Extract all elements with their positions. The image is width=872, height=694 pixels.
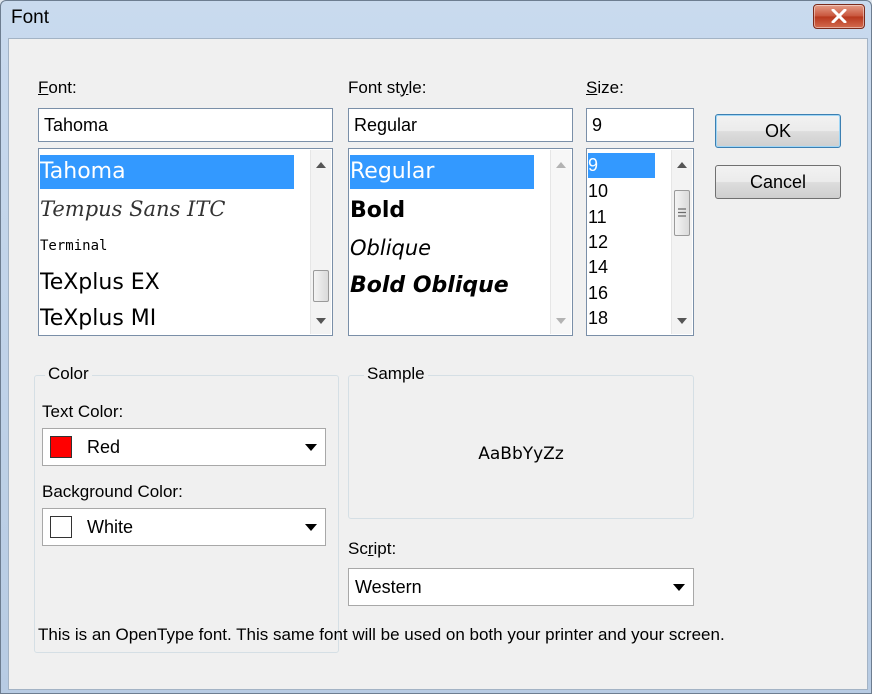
cancel-button[interactable]: Cancel	[715, 165, 841, 199]
chevron-down-icon	[305, 524, 317, 531]
dialog-client: Font: Tahoma Tahoma Tempus Sans ITC Term…	[8, 38, 868, 690]
text-color-value: Red	[87, 437, 121, 457]
list-item[interactable]: 14	[588, 254, 655, 280]
font-description: This is an OpenType font. This same font…	[38, 625, 725, 644]
scroll-thumb[interactable]	[674, 190, 690, 236]
list-item[interactable]: TeXplus EX	[40, 264, 294, 302]
scroll-down-button[interactable]	[311, 312, 331, 330]
window-title: Font	[11, 7, 50, 28]
sample-text: AaBbYyZz	[478, 444, 564, 464]
close-icon	[831, 9, 847, 23]
font-style-scrollbar[interactable]	[550, 150, 571, 334]
chevron-up-icon	[556, 162, 566, 168]
list-item[interactable]: Tahoma	[40, 155, 294, 189]
scroll-down-button[interactable]	[672, 312, 692, 330]
text-color-swatch	[50, 436, 72, 458]
font-style-label: Font style:	[348, 78, 427, 97]
font-label: Font:	[38, 78, 77, 97]
list-item[interactable]: 16	[588, 280, 655, 306]
scroll-up-button[interactable]	[311, 156, 331, 174]
font-name-input[interactable]: Tahoma	[38, 108, 333, 142]
sample-group-title: Sample	[364, 364, 428, 384]
list-item[interactable]: Regular	[350, 155, 534, 189]
text-color-select[interactable]: Red	[42, 428, 326, 466]
chevron-up-icon	[677, 162, 687, 168]
size-label: Size:	[586, 78, 624, 97]
font-list-scrollbar[interactable]	[310, 150, 331, 334]
chevron-up-icon	[316, 162, 326, 168]
scroll-down-button[interactable]	[551, 312, 571, 330]
title-bar[interactable]: Font	[1, 1, 871, 37]
font-dialog: Font Font: Tahoma Tahoma Tempus Sans ITC…	[0, 0, 872, 694]
text-color-label: Text Color:	[42, 402, 124, 421]
background-color-swatch	[50, 516, 72, 538]
size-list-scrollbar[interactable]	[671, 150, 692, 334]
list-item[interactable]: TeXplus MI	[40, 301, 294, 335]
font-list[interactable]: Tahoma Tempus Sans ITC Terminal TeXplus …	[38, 148, 333, 336]
font-style-input[interactable]: Regular	[348, 108, 573, 142]
chevron-down-icon	[305, 444, 317, 451]
close-button[interactable]	[813, 4, 865, 29]
chevron-down-icon	[673, 584, 685, 591]
list-item[interactable]: Terminal	[40, 228, 294, 264]
background-color-select[interactable]: White	[42, 508, 326, 546]
list-item[interactable]: Tempus Sans ITC	[40, 191, 294, 227]
background-color-value: White	[87, 517, 134, 537]
font-style-list[interactable]: Regular Bold Oblique Bold Oblique	[348, 148, 573, 336]
chevron-down-icon	[677, 318, 687, 324]
list-item[interactable]: Oblique	[350, 230, 534, 266]
list-item[interactable]: 11	[588, 204, 655, 230]
chevron-down-icon	[556, 318, 566, 324]
script-select[interactable]: Western	[348, 568, 694, 606]
scroll-thumb[interactable]	[313, 270, 329, 302]
list-item[interactable]: Bold Oblique	[350, 267, 534, 305]
list-item[interactable]: Bold	[350, 193, 534, 229]
scroll-up-button[interactable]	[672, 156, 692, 174]
scroll-up-button[interactable]	[551, 156, 571, 174]
color-group-title: Color	[45, 364, 92, 384]
size-input[interactable]: 9	[586, 108, 694, 142]
list-item[interactable]: 12	[588, 229, 655, 255]
chevron-down-icon	[316, 318, 326, 324]
script-label: Script:	[348, 539, 397, 558]
background-color-label: Background Color:	[42, 482, 183, 501]
size-list[interactable]: 9 10 11 12 14 16 18	[586, 148, 694, 336]
list-item[interactable]: 18	[588, 305, 655, 331]
script-value: Western	[355, 577, 422, 597]
ok-button[interactable]: OK	[715, 114, 841, 148]
list-item[interactable]: 10	[588, 178, 655, 204]
grip-icon	[678, 208, 686, 217]
list-item[interactable]: 9	[588, 153, 655, 178]
